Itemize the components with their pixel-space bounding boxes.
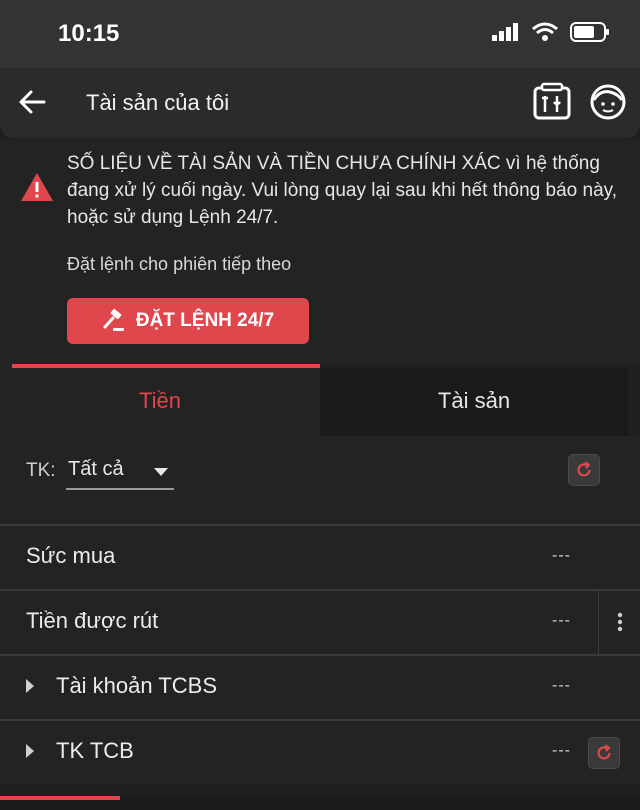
withdrawable-value: --- <box>552 612 571 629</box>
caret-right-icon <box>26 744 34 758</box>
withdrawable-row: Tiền được rút --- <box>0 589 640 654</box>
order-24-7-button[interactable]: ĐẶT LỆNH 24/7 <box>67 298 309 344</box>
bottom-nav-bar <box>0 796 640 810</box>
gavel-icon <box>103 309 124 331</box>
tools-icon <box>533 82 571 120</box>
order-button-label: ĐẶT LỆNH 24/7 <box>135 310 275 331</box>
account-selected-value: Tất cả <box>68 458 124 480</box>
caret-right-icon <box>26 679 34 693</box>
status-bar: 10:15 <box>0 0 640 68</box>
active-tab-indicator <box>12 364 320 368</box>
tcb-account-value: --- <box>552 742 571 759</box>
buying-power-value: --- <box>552 547 571 564</box>
warning-icon <box>21 173 53 201</box>
back-button[interactable] <box>16 86 48 118</box>
tcbs-account-value: --- <box>552 677 571 694</box>
page-title: Tài sản của tôi <box>86 90 230 115</box>
account-label: TK: <box>26 460 56 481</box>
wifi-icon <box>532 22 558 41</box>
app-header: Tài sản của tôi <box>0 68 640 138</box>
refresh-icon <box>597 744 611 760</box>
chevron-down-icon <box>154 468 168 476</box>
next-session-label: Đặt lệnh cho phiên tiếp theo <box>67 254 292 274</box>
tcb-account-row[interactable]: TK TCB --- <box>0 719 640 784</box>
tools-button[interactable] <box>532 82 572 122</box>
notice-message: SỐ LIỆU VỀ TÀI SẢN VÀ TIỀN CHƯA CHÍNH XÁ… <box>67 153 618 228</box>
support-button[interactable] <box>588 82 628 122</box>
refresh-button[interactable] <box>568 454 600 486</box>
back-arrow-icon <box>19 90 46 114</box>
tcbs-account-row[interactable]: Tài khoản TCBS --- <box>0 654 640 719</box>
tab-cash-label: Tiền <box>139 388 181 413</box>
battery-icon <box>570 22 609 42</box>
more-vertical-icon <box>617 612 623 632</box>
status-icons <box>492 22 610 42</box>
status-time: 10:15 <box>58 20 120 47</box>
buying-power-row: Sức mua --- <box>0 524 640 589</box>
account-dropdown[interactable]: Tất cả <box>66 454 174 490</box>
tcb-refresh-button[interactable] <box>588 737 620 769</box>
withdrawable-label: Tiền được rút <box>26 608 159 633</box>
buying-power-label: Sức mua <box>26 543 116 568</box>
account-selector-row: TK: Tất cả <box>0 436 640 524</box>
tab-assets[interactable]: Tài sản <box>320 368 628 436</box>
bottom-nav-active-indicator <box>0 796 120 800</box>
tcb-account-label: TK TCB <box>56 738 134 763</box>
refresh-icon <box>577 461 591 477</box>
more-options-button[interactable] <box>598 591 640 654</box>
tab-assets-label: Tài sản <box>437 388 511 413</box>
tcbs-account-label: Tài khoản TCBS <box>56 673 218 698</box>
tab-bar: Tiền Tài sản <box>0 364 640 436</box>
tab-cash[interactable]: Tiền <box>0 364 320 436</box>
signal-icon <box>492 23 518 41</box>
support-agent-icon <box>590 84 626 120</box>
system-notice: SỐ LIỆU VỀ TÀI SẢN VÀ TIỀN CHƯA CHÍNH XÁ… <box>0 138 640 364</box>
